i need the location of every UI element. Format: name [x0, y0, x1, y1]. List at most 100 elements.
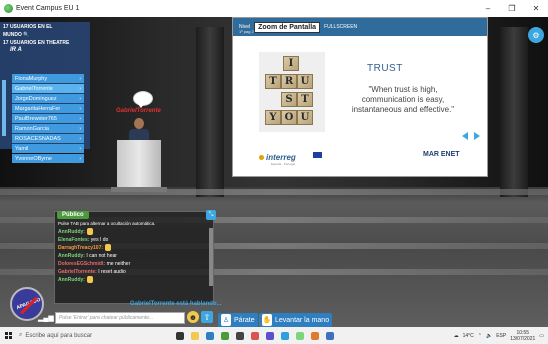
goto-label: IR A — [10, 47, 22, 53]
file-explorer-icon[interactable] — [191, 331, 199, 340]
hand-icon: ✋ — [262, 314, 272, 326]
system-tray: ☁ 14°C ⌃ 🔈 ESP 10:55 13/07/2021 ▭ — [454, 327, 548, 344]
fullscreen-label[interactable]: FULLSCREEN — [324, 24, 357, 30]
chat-title: Público — [57, 211, 89, 219]
search-icon: ⌕ — [19, 332, 23, 338]
close-button[interactable]: ✕ — [524, 0, 548, 17]
event-campus-icon[interactable] — [296, 331, 304, 340]
store-icon[interactable] — [236, 331, 244, 340]
chevron-right-icon: › — [79, 125, 81, 132]
thumbs-up-icon — [86, 276, 93, 284]
podium-base — [111, 187, 167, 192]
interreg-sub-text: España - Portugal — [271, 162, 296, 166]
marenet-logo: MAR ENET — [423, 151, 460, 158]
clock[interactable]: 10:55 13/07/2021 — [510, 330, 535, 342]
user-item[interactable]: YvonneOByrne › — [12, 154, 84, 163]
weather-icon[interactable]: ☁ — [454, 333, 459, 339]
minimize-button[interactable]: – — [476, 0, 500, 17]
user-item[interactable]: Yamil › — [12, 144, 84, 153]
tile: T — [297, 92, 313, 107]
chat-message: DoloresEGSchmidt: me neither — [58, 260, 208, 268]
person-standing-icon: ♙ — [221, 314, 231, 326]
send-button[interactable]: ⇧ — [201, 311, 213, 323]
presenter-nametag: GabrielTorrente — [116, 108, 161, 114]
chat-message-author: DoloresEGSchmidt: — [58, 261, 106, 267]
app-icon-blue[interactable] — [281, 331, 289, 340]
stand-button[interactable]: ♙ Párate — [218, 313, 258, 327]
language-indicator[interactable]: ESP — [496, 333, 506, 339]
taskbar-search[interactable]: ⌕ Escribe aquí para buscar — [16, 327, 136, 344]
user-name: Yamil — [15, 145, 29, 152]
chat-message-text: me neither — [105, 261, 131, 267]
taskbar-pinned-apps — [176, 331, 334, 340]
tray-chevron-icon[interactable]: ⌃ — [478, 333, 482, 339]
chat-message: AnnRuddy: — [58, 276, 208, 284]
start-button[interactable] — [0, 327, 16, 344]
tile: R — [281, 74, 297, 89]
tile: I — [283, 56, 299, 71]
chat-scrollbar[interactable] — [209, 228, 213, 286]
chat-message: AnnRuddy: I can not hear — [58, 252, 208, 260]
window-titlebar: Event Campus EU 1 – ❐ ✕ — [0, 0, 548, 17]
zoom-screen-button[interactable]: Zoom de Pantalla — [254, 21, 321, 33]
volume-icon[interactable]: 🔈 — [486, 333, 492, 339]
chat-message-author: GabrielTorrente: — [58, 269, 97, 275]
podium — [117, 140, 161, 190]
slide-prev-icon[interactable] — [462, 132, 468, 140]
user-item[interactable]: RamonGarcia › — [12, 124, 84, 133]
speaking-indicator: GabrielTorrente está hablando... — [130, 301, 222, 307]
trust-tiles-image: I T R U S T Y O U — [259, 52, 325, 132]
user-item[interactable]: PaulBrewster765 › — [12, 114, 84, 123]
tile: O — [281, 110, 297, 125]
chat-message-author: AnnRuddy: — [58, 229, 85, 235]
user-item[interactable]: FionaMurphy › — [12, 74, 84, 83]
settings-gear-icon[interactable]: ⚙ — [528, 27, 544, 43]
users-scrollbar[interactable] — [2, 80, 6, 136]
restore-button[interactable]: ❐ — [500, 0, 524, 17]
eu-flag-icon — [313, 152, 322, 158]
chevron-right-icon: › — [79, 105, 81, 112]
user-item[interactable]: GabrielTorrente › — [12, 84, 84, 93]
signal-strength-icon: ▂▄▆ — [38, 315, 54, 322]
users-header-3: 17 USUARIOS EN THEATRE — [3, 40, 70, 46]
slide-page-label: 1º pag 2 — [239, 29, 254, 34]
chat-message-text: I can not hear — [84, 253, 117, 259]
notifications-icon[interactable]: ▭ — [539, 333, 544, 339]
user-item[interactable]: MargaritaHerraFer › — [12, 104, 84, 113]
windows-taskbar: ⌕ Escribe aquí para buscar ☁ 14°C ⌃ 🔈 ES… — [0, 327, 548, 344]
interreg-logo-text: interreg — [266, 153, 296, 162]
windows-logo-icon — [4, 332, 12, 339]
emoji-button[interactable]: ☻ — [187, 311, 199, 323]
user-name: PaulBrewster765 — [15, 115, 57, 122]
chevron-right-icon: › — [79, 95, 81, 102]
chat-collapse-icon[interactable]: ⤡ — [206, 210, 216, 220]
presentation-screen: Nivel Zoom de Pantalla FULLSCREEN 1º pag… — [232, 17, 488, 177]
temperature[interactable]: 14°C — [463, 333, 474, 339]
screen-toolbar: Nivel Zoom de Pantalla FULLSCREEN — [233, 18, 487, 36]
tile: U — [297, 110, 313, 125]
raise-hand-button[interactable]: ✋ Levantar la mano — [259, 313, 333, 327]
chat-message: ElenaFontes: yes I do — [58, 236, 208, 244]
users-header-2[interactable]: MUNDO 🔍 — [0, 30, 90, 38]
teams-icon[interactable] — [266, 331, 274, 340]
presenter-avatar-head[interactable] — [134, 118, 144, 129]
word-icon[interactable] — [326, 331, 334, 340]
users-panel: 17 USUARIOS EN EL MUNDO 🔍 17 USUARIOS EN… — [0, 22, 90, 163]
app-icon-red[interactable] — [251, 331, 259, 340]
edge-icon[interactable] — [206, 331, 214, 340]
user-item[interactable]: JorgeDominguez › — [12, 94, 84, 103]
app-icon-orange[interactable] — [311, 331, 319, 340]
users-list: FionaMurphy › GabrielTorrente › JorgeDomin… — [12, 74, 84, 164]
task-view-icon[interactable] — [176, 331, 184, 340]
chat-message-author: DarraghTreacy107: — [58, 245, 104, 251]
chrome-icon[interactable] — [221, 331, 229, 340]
chevron-right-icon: › — [79, 135, 81, 142]
slide-next-icon[interactable] — [474, 132, 480, 140]
chat-message-text: I reset audio — [96, 269, 126, 275]
user-name: RamonGarcia — [15, 125, 49, 132]
user-item[interactable]: ROSACESNADAS › — [12, 134, 84, 143]
chat-input[interactable]: Pulse 'Entrar' para chatear públicamente… — [55, 312, 185, 324]
chat-hint: Pulse TAB para alternar a ocultación aut… — [58, 221, 156, 226]
user-name: GabrielTorrente — [15, 85, 53, 92]
users-header-1: 17 USUARIOS EN EL — [3, 24, 53, 30]
